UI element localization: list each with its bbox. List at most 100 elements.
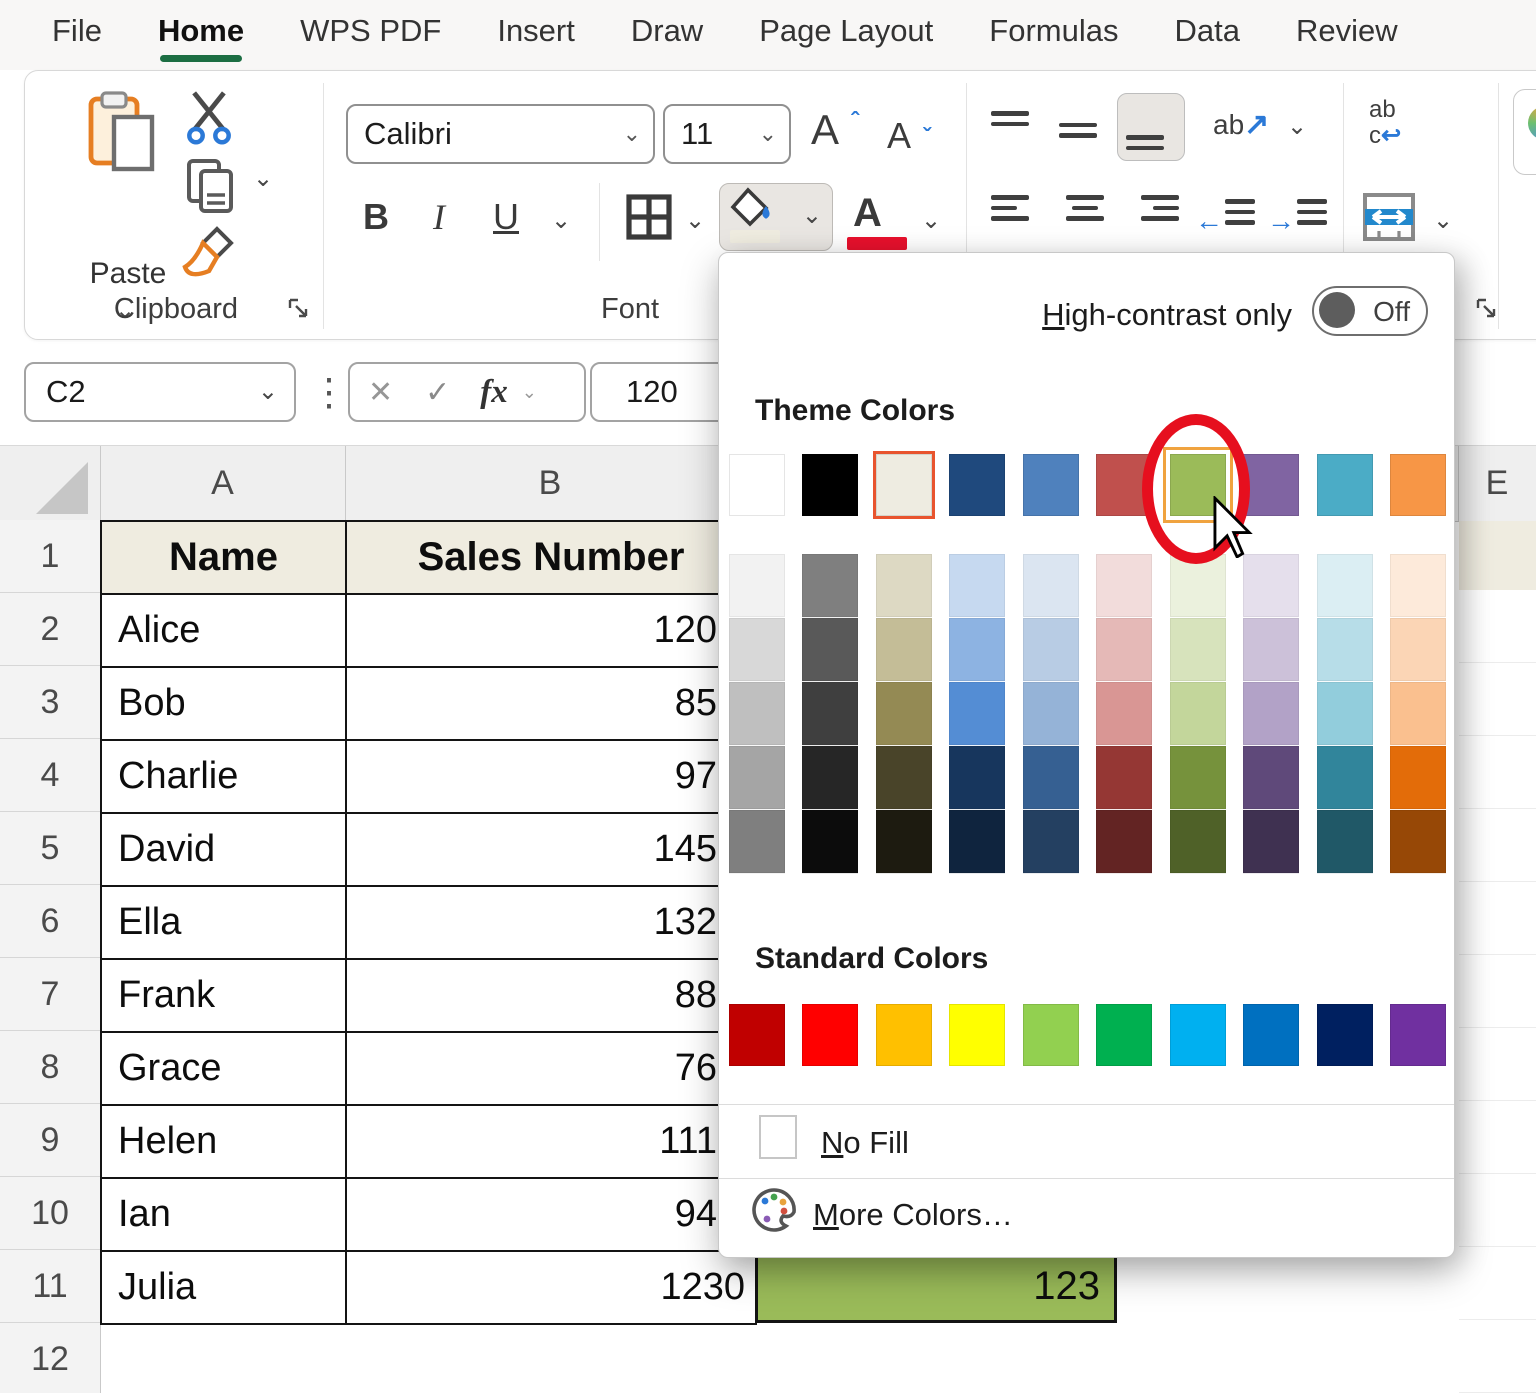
tint-swatch[interactable] [1317,554,1373,618]
cell-a9[interactable]: Helen [102,1106,347,1179]
tint-swatch[interactable] [1317,746,1373,810]
underline-button[interactable]: U [493,197,519,237]
menu-tab-page-layout[interactable]: Page Layout [759,13,933,49]
cell-b8[interactable]: 76 [347,1033,757,1106]
copy-icon[interactable] [185,157,239,217]
theme-color-swatch[interactable] [729,454,785,516]
tint-swatch[interactable] [802,618,858,682]
standard-color-swatch[interactable] [729,1004,785,1066]
standard-color-swatch[interactable] [1023,1004,1079,1066]
cancel-icon[interactable]: ✕ [350,375,393,410]
standard-color-swatch[interactable] [1390,1004,1446,1066]
tint-swatch[interactable] [802,810,858,874]
grow-font-button[interactable]: Aˆ [811,109,839,151]
borders-dropdown-chevron[interactable]: ⌄ [685,209,705,233]
row-header-4[interactable]: 4 [0,739,100,812]
align-left-icon[interactable] [991,189,1043,241]
tint-swatch[interactable] [1096,746,1152,810]
decrease-indent-icon[interactable]: ← [1197,191,1255,243]
increase-indent-icon[interactable]: → [1269,191,1327,243]
shrink-font-button[interactable]: Aˇ [887,115,911,157]
standard-color-swatch[interactable] [949,1004,1005,1066]
theme-color-swatch[interactable] [949,454,1005,516]
align-right-icon[interactable] [1127,189,1179,241]
tint-swatch[interactable] [1170,810,1226,874]
bold-button[interactable]: B [363,197,389,237]
cell-a7[interactable]: Frank [102,960,347,1033]
paste-icon[interactable] [86,89,160,177]
tint-swatch[interactable] [1170,746,1226,810]
tint-swatch[interactable] [1390,618,1446,682]
merge-center-icon[interactable] [1361,189,1417,245]
menu-tab-data[interactable]: Data [1175,13,1240,49]
align-bottom-active-box[interactable] [1117,93,1185,161]
theme-color-swatch[interactable] [876,454,932,516]
tint-swatch[interactable] [1243,746,1299,810]
align-center-icon[interactable] [1059,189,1111,241]
format-painter-icon[interactable] [181,223,237,279]
tint-swatch[interactable] [1096,682,1152,746]
tint-swatch[interactable] [729,618,785,682]
tint-swatch[interactable] [802,682,858,746]
no-fill-button[interactable]: No Fill [821,1125,909,1161]
font-name-select[interactable]: Calibri ⌄ [346,104,655,164]
tint-swatch[interactable] [1243,682,1299,746]
tint-swatch[interactable] [729,554,785,618]
tint-swatch[interactable] [876,682,932,746]
tint-swatch[interactable] [1023,746,1079,810]
tint-swatch[interactable] [1390,810,1446,874]
cell-a3[interactable]: Bob [102,668,347,741]
select-all-corner[interactable] [36,462,88,514]
row-header-1[interactable]: 1 [0,520,100,593]
standard-color-swatch[interactable] [876,1004,932,1066]
row-header-6[interactable]: 6 [0,885,100,958]
column-header-a[interactable]: A [100,446,345,521]
menu-tab-insert[interactable]: Insert [497,13,575,49]
underline-dropdown-chevron[interactable]: ⌄ [551,209,571,233]
cell-a4[interactable]: Charlie [102,741,347,814]
tint-swatch[interactable] [1243,618,1299,682]
orientation-dropdown-chevron[interactable]: ⌄ [1287,115,1307,139]
row-header-8[interactable]: 8 [0,1031,100,1104]
menu-tab-wps-pdf[interactable]: WPS PDF [300,13,441,49]
align-middle-icon[interactable] [1059,101,1111,153]
tint-swatch[interactable] [1170,682,1226,746]
cell-b4[interactable]: 97 [347,741,757,814]
paste-button[interactable]: Paste [73,257,183,291]
cell-b11[interactable]: 1230 [347,1252,757,1325]
tint-swatch[interactable] [1023,554,1079,618]
cell-b1[interactable]: Sales Number [347,522,757,595]
tint-swatch[interactable] [1317,810,1373,874]
tint-swatch[interactable] [729,746,785,810]
row-header-2[interactable]: 2 [0,593,100,666]
theme-color-swatch[interactable] [802,454,858,516]
tint-swatch[interactable] [1390,746,1446,810]
tint-swatch[interactable] [1023,682,1079,746]
cell-b9[interactable]: 111 [347,1106,757,1179]
merge-dropdown-chevron[interactable]: ⌄ [1433,209,1453,233]
cell-a1[interactable]: Name [102,522,347,595]
tint-swatch[interactable] [729,810,785,874]
tint-swatch[interactable] [1096,618,1152,682]
cell-a11[interactable]: Julia [102,1252,347,1325]
cell-a2[interactable]: Alice [102,595,347,668]
font-size-select[interactable]: 11 ⌄ [663,104,791,164]
tint-swatch[interactable] [876,810,932,874]
wrap-text-icon[interactable]: ab c↩ [1369,97,1401,149]
tint-swatch[interactable] [1243,554,1299,618]
tint-swatch[interactable] [1317,682,1373,746]
standard-color-swatch[interactable] [802,1004,858,1066]
name-box[interactable]: C2 ⌄ [24,362,296,422]
high-contrast-toggle[interactable]: Off [1312,286,1428,336]
cell-b2[interactable]: 120 [347,595,757,668]
italic-button[interactable]: I [433,197,445,237]
tint-swatch[interactable] [1096,810,1152,874]
fill-color-dropdown-chevron[interactable]: ⌄ [802,204,822,228]
standard-color-swatch[interactable] [1096,1004,1152,1066]
row-header-10[interactable]: 10 [0,1177,100,1250]
tint-swatch[interactable] [1390,682,1446,746]
column-header-b[interactable]: B [345,446,755,521]
drag-handle-icon[interactable]: ⋮ [310,370,348,415]
align-top-icon[interactable] [991,105,1043,157]
tint-swatch[interactable] [949,682,1005,746]
